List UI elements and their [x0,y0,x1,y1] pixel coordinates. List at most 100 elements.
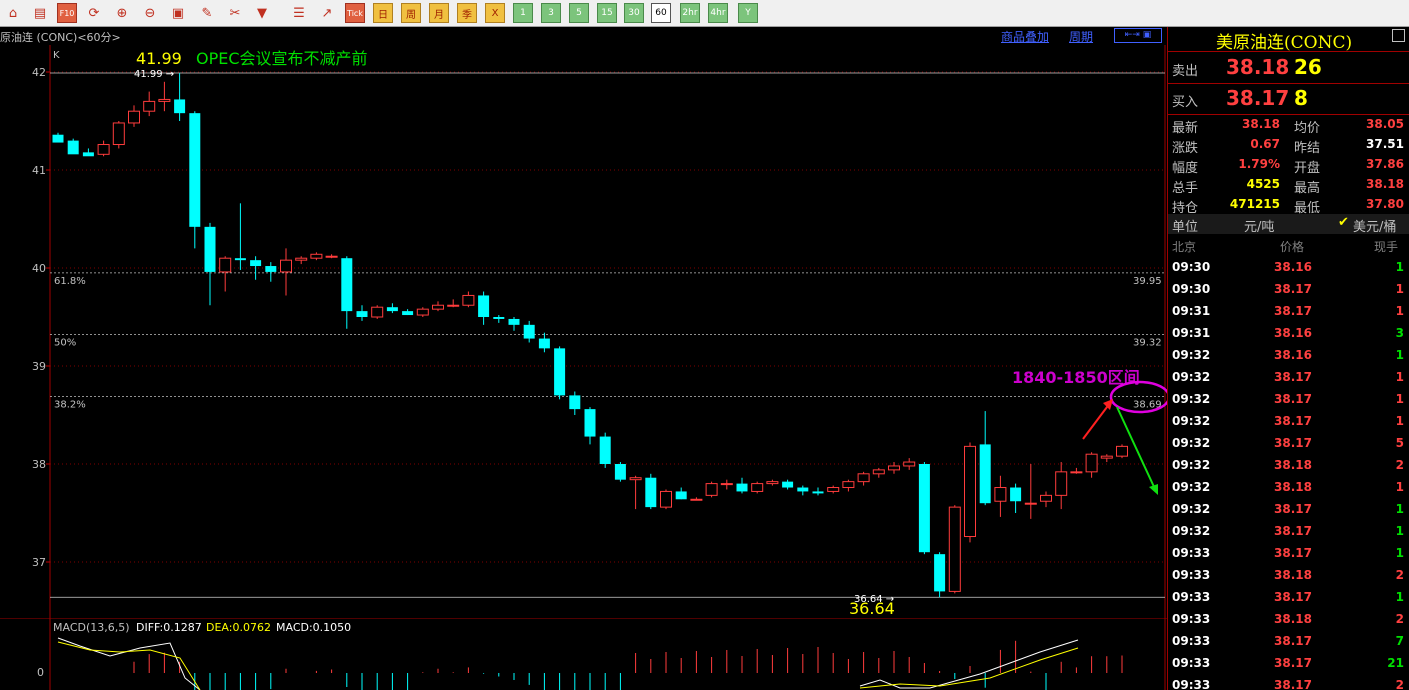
tick-time: 09:33 [1172,634,1211,648]
tick-time: 09:33 [1172,568,1211,582]
trend-button[interactable]: ↗ [317,3,337,23]
tick-button[interactable]: Tick [345,3,365,23]
stat-label: 幅度 [1172,161,1199,176]
fib-percent-label: 38.2% [54,399,86,410]
chart-header: 原油连 (CONC)<60分> 商品叠加 周期 ⇤⇥ ▣ [0,27,1167,45]
tick-qty: 1 [1395,546,1404,560]
candle-body [158,98,171,102]
1min-button[interactable]: 1 [513,3,533,23]
notebook-button[interactable]: ▤ [30,3,50,23]
candle-body [416,308,429,316]
zoom-out-button[interactable]: ⊖ [140,3,160,23]
week-button[interactable]: 周 [401,3,421,23]
candle-body [569,395,581,410]
candle-body [614,464,626,480]
tick-qty: 1 [1395,414,1404,428]
y-button[interactable]: Y [738,3,758,23]
tick-row: 09:32 38.18 2 [1168,454,1409,476]
candle-body [1010,487,1022,502]
window-button[interactable]: ▣ [168,3,188,23]
60min-button[interactable]: 60 [651,3,671,23]
30min-button[interactable]: 30 [624,3,644,23]
candle-body [766,481,779,485]
candle-body [478,295,490,317]
tick-row: 09:32 38.17 1 [1168,498,1409,520]
sell-price: 38.18 [1226,55,1290,79]
candle-body [903,461,916,467]
y-tick-label: 40 [32,262,46,275]
stat-label: 均价 [1294,121,1321,136]
tick-row: 09:33 38.17 1 [1168,542,1409,564]
tick-qty: 3 [1395,326,1404,340]
year-button[interactable]: X [485,3,505,23]
quote-panel: 美原油连(CONC) 卖出 38.18 26 买入 38.17 8 最新 38.1… [1167,27,1409,690]
candle-body [948,506,961,592]
4hr-button[interactable]: 4hr [708,3,728,23]
tick-price: 38.16 [1274,326,1312,340]
stat-row: 持仓 471215 最低 37.80 [1168,195,1409,216]
month-button[interactable]: 月 [429,3,449,23]
tick-qty: 1 [1395,304,1404,318]
sell-label: 卖出 [1172,64,1199,79]
refresh-button[interactable]: ⟳ [84,3,104,23]
tick-row: 09:33 38.17 2 [1168,674,1409,690]
quarter-button[interactable]: 季 [457,3,477,23]
y-tick-label: 41 [32,164,46,177]
filter-button[interactable]: ▼ [252,3,272,23]
y-tick-label: 42 [32,66,46,79]
candle-body [629,477,642,481]
unit-yuan-option[interactable]: 元/吨 [1244,216,1274,235]
tick-qty: 1 [1395,260,1404,274]
macd-value: MACD:0.1050 [276,621,351,634]
candle-body [462,294,475,306]
tick-price: 38.17 [1274,392,1312,406]
unit-usd-option[interactable]: 美元/桶 [1353,216,1396,235]
3min-button[interactable]: 3 [541,3,561,23]
candle-body [584,409,596,437]
stat-value: 37.80 [1366,197,1404,211]
tools-button[interactable]: ✂ [225,3,245,23]
tick-qty: 5 [1395,436,1404,450]
2hr-button[interactable]: 2hr [680,3,700,23]
y-tick-label: 38 [32,458,46,471]
tick-time: 09:30 [1172,260,1211,274]
cycle-link[interactable]: 周期 [1069,28,1093,45]
candle-body [812,491,824,494]
panel-toggle-icon[interactable] [1392,29,1405,42]
tick-price: 38.18 [1274,568,1312,582]
tick-qty: 1 [1395,348,1404,362]
day-button[interactable]: 日 [373,3,393,23]
fib-value-label: 39.32 [1133,338,1162,349]
stat-value: 37.51 [1366,137,1404,151]
candle-body [918,464,930,553]
candle-body [67,140,79,155]
zoom-in-button[interactable]: ⊕ [112,3,132,23]
candle-body [751,483,764,492]
tick-qty: 2 [1395,568,1404,582]
stat-label: 涨跌 [1172,141,1199,156]
sell-row: 卖出 38.18 26 [1168,53,1409,84]
5min-button[interactable]: 5 [569,3,589,23]
overlay-link[interactable]: 商品叠加 [1001,28,1049,45]
15min-button[interactable]: 15 [597,3,617,23]
stat-label: 昨结 [1294,141,1321,156]
instrument-title: 原油连 (CONC)<60分> [0,31,121,44]
tick-time: 09:32 [1172,436,1211,450]
pen-button[interactable]: ✎ [197,3,217,23]
macd-dea: DEA:0.0762 [206,621,271,634]
stat-row: 总手 4525 最高 38.18 [1168,175,1409,196]
checkmark-icon: ✔ [1338,215,1349,230]
candle-body [82,152,94,157]
stat-row: 幅度 1.79% 开盘 37.86 [1168,155,1409,176]
f10-button[interactable]: F10 [57,3,77,23]
tick-list[interactable]: 09:30 38.16 1 09:30 38.17 1 09:31 38.17 1 09:31 38… [1168,256,1409,690]
window-control-icon[interactable]: ⇤⇥ ▣ [1114,28,1162,43]
candle-body [97,144,110,155]
candle-body [675,491,687,500]
candle-body [964,445,976,538]
list-button[interactable]: ☰ [289,3,309,23]
home-button[interactable]: ⌂ [3,3,23,23]
fib-percent-label: 50% [54,338,76,349]
tick-qty: 2 [1395,612,1404,626]
candle-body [234,258,246,261]
